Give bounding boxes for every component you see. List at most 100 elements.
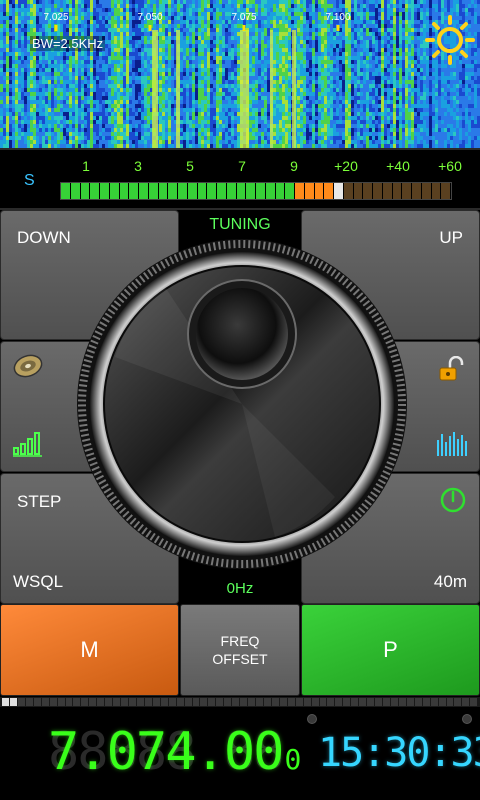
waterfall-cell	[375, 72, 378, 76]
waterfall-cell	[195, 64, 198, 68]
waterfall-cell	[84, 80, 87, 84]
waterfall-cell	[108, 112, 111, 116]
waterfall-cell	[66, 68, 69, 72]
waterfall-cell	[96, 128, 99, 132]
waterfall-cell	[117, 16, 120, 20]
waterfall-cell	[321, 8, 324, 12]
waterfall-cell	[63, 116, 66, 120]
waterfall-cell	[117, 8, 120, 12]
waterfall-cell	[372, 48, 375, 52]
waterfall-cell	[324, 72, 327, 76]
waterfall-cell	[402, 80, 405, 84]
waterfall-cell	[273, 88, 276, 92]
waterfall-cell	[180, 104, 183, 108]
waterfall-cell	[366, 116, 369, 120]
waterfall-cell	[378, 48, 381, 52]
waterfall-cell	[405, 8, 408, 12]
waterfall-cell	[69, 100, 72, 104]
waterfall-cell	[195, 68, 198, 72]
waterfall-cell	[75, 76, 78, 80]
waterfall-cell	[42, 112, 45, 116]
waterfall-cell	[204, 88, 207, 92]
waterfall-cell	[396, 108, 399, 112]
waterfall-cell	[102, 52, 105, 56]
waterfall-cell	[36, 120, 39, 124]
waterfall-cell	[189, 12, 192, 16]
waterfall-cell	[120, 68, 123, 72]
waterfall-cell	[126, 76, 129, 80]
waterfall-display[interactable]: 7.025 7.050 7.075 7.100 BW=2.5KHz	[0, 0, 480, 148]
waterfall-cell	[234, 56, 237, 60]
waterfall-cell	[93, 116, 96, 120]
waterfall-cell	[294, 16, 297, 20]
waterfall-cell	[171, 4, 174, 8]
waterfall-cell	[360, 132, 363, 136]
waterfall-cell	[231, 28, 234, 32]
waterfall-cell	[84, 12, 87, 16]
waterfall-cell	[258, 132, 261, 136]
waterfall-cell	[324, 136, 327, 140]
waterfall-cell	[135, 132, 138, 136]
waterfall-cell	[354, 132, 357, 136]
waterfall-cell	[135, 84, 138, 88]
waterfall-cell	[63, 120, 66, 124]
waterfall-cell	[315, 96, 318, 100]
waterfall-cell	[399, 84, 402, 88]
waterfall-cell	[384, 12, 387, 16]
waterfall-cell	[78, 88, 81, 92]
waterfall-cell	[159, 92, 162, 96]
waterfall-cell	[333, 60, 336, 64]
waterfall-cell	[255, 68, 258, 72]
waterfall-cell	[345, 124, 348, 128]
waterfall-cell	[99, 76, 102, 80]
waterfall-cell	[24, 96, 27, 100]
waterfall-cell	[159, 120, 162, 124]
waterfall-cell	[276, 60, 279, 64]
waterfall-cell	[183, 20, 186, 24]
waterfall-cell	[381, 28, 384, 32]
waterfall-cell	[93, 96, 96, 100]
waterfall-cell	[369, 8, 372, 12]
waterfall-cell	[99, 0, 102, 4]
waterfall-cell	[234, 32, 237, 36]
waterfall-cell	[312, 72, 315, 76]
waterfall-cell	[339, 32, 342, 36]
waterfall-cell	[372, 96, 375, 100]
waterfall-cell	[18, 140, 21, 144]
waterfall-cell	[378, 68, 381, 72]
waterfall-cell	[309, 72, 312, 76]
waterfall-cell	[51, 56, 54, 60]
waterfall-cell	[276, 16, 279, 20]
waterfall-cell	[306, 24, 309, 28]
waterfall-cell	[33, 132, 36, 136]
waterfall-cell	[378, 8, 381, 12]
waterfall-cell	[312, 52, 315, 56]
waterfall-cell	[9, 112, 12, 116]
waterfall-cell	[318, 116, 321, 120]
waterfall-cell	[48, 76, 51, 80]
waterfall-cell	[315, 0, 318, 4]
waterfall-cell	[72, 136, 75, 140]
waterfall-cell	[375, 12, 378, 16]
waterfall-cell	[315, 20, 318, 24]
waterfall-cell	[159, 84, 162, 88]
waterfall-cell	[396, 48, 399, 52]
waterfall-cell	[342, 36, 345, 40]
waterfall-cell	[285, 92, 288, 96]
waterfall-cell	[345, 72, 348, 76]
waterfall-cell	[228, 60, 231, 64]
waterfall-cell	[219, 92, 222, 96]
waterfall-cell	[300, 40, 303, 44]
waterfall-cell	[99, 128, 102, 132]
waterfall-cell	[342, 76, 345, 80]
waterfall-cell	[285, 120, 288, 124]
waterfall-cell	[396, 128, 399, 132]
waterfall-cell	[273, 52, 276, 56]
waterfall-cell	[165, 140, 168, 144]
waterfall-cell	[225, 24, 228, 28]
waterfall-cell	[216, 92, 219, 96]
waterfall-cell	[387, 88, 390, 92]
waterfall-cell	[336, 40, 339, 44]
waterfall-cell	[120, 136, 123, 140]
waterfall-cell	[276, 140, 279, 144]
